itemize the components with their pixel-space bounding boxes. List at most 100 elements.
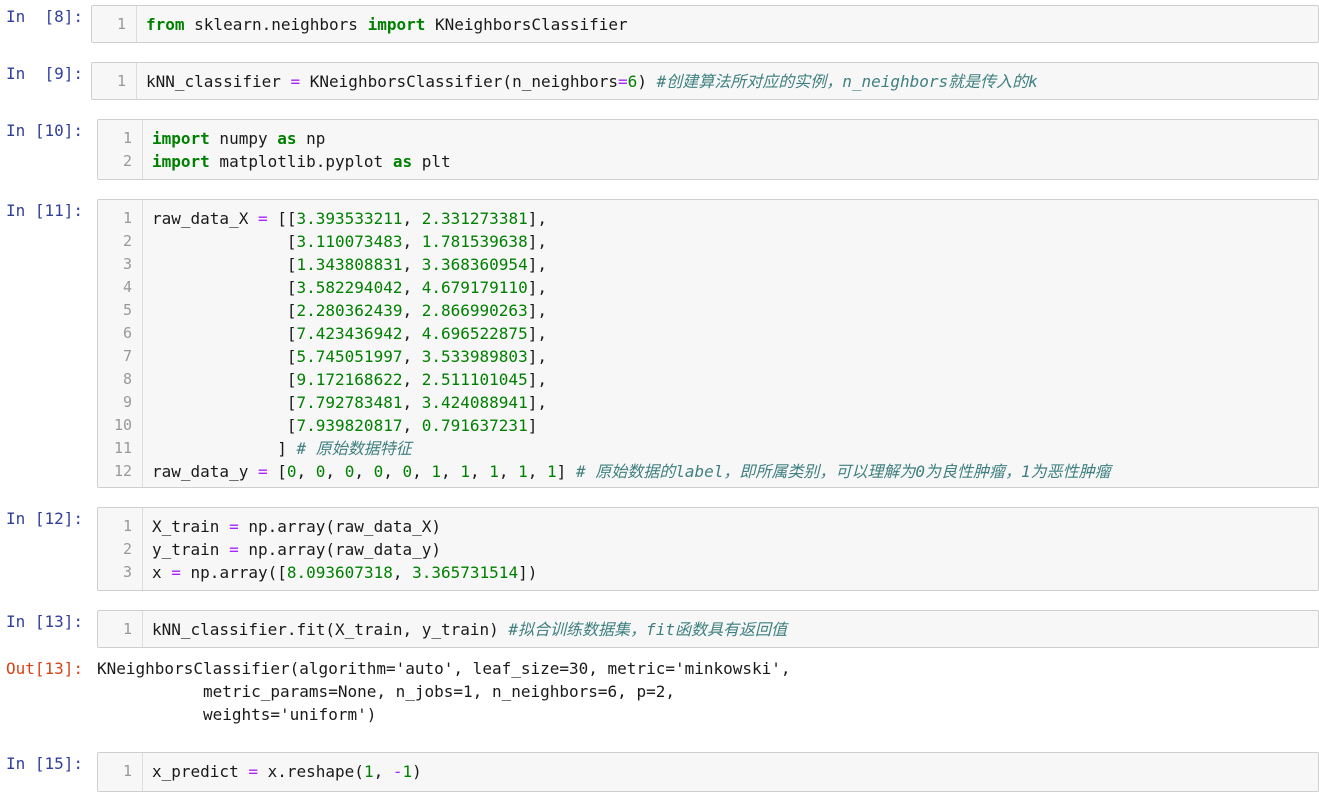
code-token: import — [152, 129, 210, 148]
code-token: y_train — [152, 540, 230, 559]
code-token: = — [171, 563, 181, 582]
code-token: ], — [527, 324, 547, 343]
code-token: , — [354, 462, 374, 481]
line-number-gutter: 1 2 3 4 5 6 7 8 9 10 11 12 — [98, 200, 143, 487]
code-token: [ — [152, 255, 297, 274]
code-token: #创建算法所对应的实例，n_neighbors就是传入的k — [656, 72, 1038, 91]
code-token: ) — [637, 72, 657, 91]
code-token: [ — [152, 416, 297, 435]
code-editor[interactable]: 1 from sklearn.neighbors import KNeighbo… — [91, 5, 1319, 43]
code-line: [2.280362439, 2.866990263], — [152, 299, 1318, 322]
code-token: = — [248, 762, 258, 781]
code-line: x = np.array([8.093607318, 3.365731514]) — [152, 561, 1318, 584]
code-line: [3.582294042, 4.679179110], — [152, 276, 1318, 299]
code-token: 0 — [373, 462, 384, 481]
line-number: 10 — [113, 416, 132, 434]
code-editor[interactable]: 1 kNN_classifier = KNeighborsClassifier(… — [91, 62, 1319, 100]
code-area[interactable]: kNN_classifier = KNeighborsClassifier(n_… — [146, 70, 1318, 93]
code-token: as — [277, 129, 297, 148]
code-token: KNeighborsClassifier — [425, 15, 628, 34]
line-number: 1 — [122, 129, 132, 147]
code-token: [ — [152, 370, 297, 389]
code-area[interactable]: from sklearn.neighbors import KNeighbors… — [146, 13, 1318, 36]
code-area[interactable]: raw_data_X = [[3.393533211, 2.331273381]… — [152, 207, 1318, 483]
line-number: 9 — [122, 393, 132, 411]
line-number: 1 — [122, 762, 132, 780]
code-line: [7.423436942, 4.696522875], — [152, 322, 1318, 345]
line-number-gutter: 1 — [92, 6, 137, 42]
code-token: KNeighborsClassifier(n_neighbors — [300, 72, 619, 91]
code-token: [[ — [267, 209, 297, 228]
code-area[interactable]: kNN_classifier.fit(X_train, y_train) #拟合… — [152, 618, 1318, 641]
code-token: , — [402, 416, 422, 435]
code-token: , — [498, 462, 519, 481]
code-token: 7.423436942 — [296, 324, 403, 343]
code-line: X_train = np.array(raw_data_X) — [152, 515, 1318, 538]
code-line: from sklearn.neighbors import KNeighbors… — [146, 13, 1318, 36]
code-token: 6 — [627, 72, 638, 91]
code-token: 3.365731514 — [412, 563, 519, 582]
code-token: import — [367, 15, 426, 34]
line-number: 3 — [122, 255, 132, 273]
code-token: 7.792783481 — [296, 393, 403, 412]
code-line: [3.110073483, 1.781539638], — [152, 230, 1318, 253]
code-token: , — [402, 370, 422, 389]
line-number: 2 — [122, 232, 132, 250]
code-token: 0 — [315, 462, 326, 481]
code-line: ] # 原始数据特征 — [152, 437, 1318, 460]
code-editor[interactable]: 1 x_predict = x.reshape(1, -1) — [97, 752, 1319, 792]
code-token: ], — [527, 393, 547, 412]
code-editor[interactable]: 1 2 3 4 5 6 7 8 9 10 11 12 raw_data_X = [[3.3935332… — [97, 199, 1319, 488]
code-token: np.array(raw_data_y) — [238, 540, 441, 559]
code-token: , — [383, 462, 403, 481]
line-number: 2 — [122, 152, 132, 170]
code-token: plt — [412, 152, 451, 171]
input-prompt: In [15]: — [6, 754, 84, 773]
code-token: 2.280362439 — [296, 301, 403, 320]
code-token: [ — [152, 393, 297, 412]
code-token: as — [392, 152, 413, 171]
code-token: , — [402, 232, 422, 251]
code-token: , — [402, 278, 422, 297]
code-area[interactable]: x_predict = x.reshape(1, -1) — [152, 760, 1318, 783]
line-number: 1 — [116, 72, 126, 90]
code-area[interactable]: X_train = np.array(raw_data_X) y_train = … — [152, 515, 1318, 584]
code-token: X_train — [152, 517, 230, 536]
code-token: ] — [556, 462, 576, 481]
code-token: 1.343808831 — [296, 255, 403, 274]
line-number-gutter: 1 — [98, 753, 143, 791]
input-prompt: In [10]: — [6, 121, 84, 140]
code-token: ] — [527, 416, 538, 435]
code-token: 7.939820817 — [296, 416, 403, 435]
line-number-gutter: 1 — [98, 611, 143, 647]
line-number: 4 — [122, 278, 132, 296]
code-token: [ — [267, 462, 287, 481]
line-number: 11 — [113, 439, 132, 457]
code-token: , — [373, 762, 393, 781]
code-token: 2.866990263 — [421, 301, 528, 320]
code-token: = — [229, 517, 239, 536]
code-token: kNN_classifier — [146, 72, 291, 91]
code-line: y_train = np.array(raw_data_y) — [152, 538, 1318, 561]
code-editor[interactable]: 123 X_train = np.array(raw_data_X) y_trai… — [97, 507, 1319, 591]
code-token: , — [402, 301, 422, 320]
code-editor[interactable]: 1 kNN_classifier.fit(X_train, y_train) #… — [97, 610, 1319, 648]
code-token: 1 — [518, 462, 528, 481]
code-token: x — [152, 563, 172, 582]
code-token: 4.679179110 — [421, 278, 528, 297]
code-editor[interactable]: 1 2 import numpy as np import matplotlib.p… — [97, 119, 1319, 180]
code-token: , — [412, 462, 432, 481]
code-token: 5.745051997 — [296, 347, 403, 366]
code-token: sklearn.neighbors — [184, 15, 368, 34]
code-token: ], — [527, 370, 547, 389]
line-number-gutter: 1 2 3 — [98, 508, 143, 590]
code-token: 1 — [431, 462, 442, 481]
code-token: 3.393533211 — [296, 209, 403, 228]
code-line: x_predict = x.reshape(1, -1) — [152, 760, 1318, 783]
code-token: , — [527, 462, 548, 481]
code-token: , — [402, 324, 422, 343]
code-token: 3.368360954 — [421, 255, 528, 274]
code-token: , — [325, 462, 345, 481]
code-area[interactable]: import numpy as np import matplotlib.pypl… — [152, 127, 1318, 173]
code-token: = — [290, 72, 301, 91]
